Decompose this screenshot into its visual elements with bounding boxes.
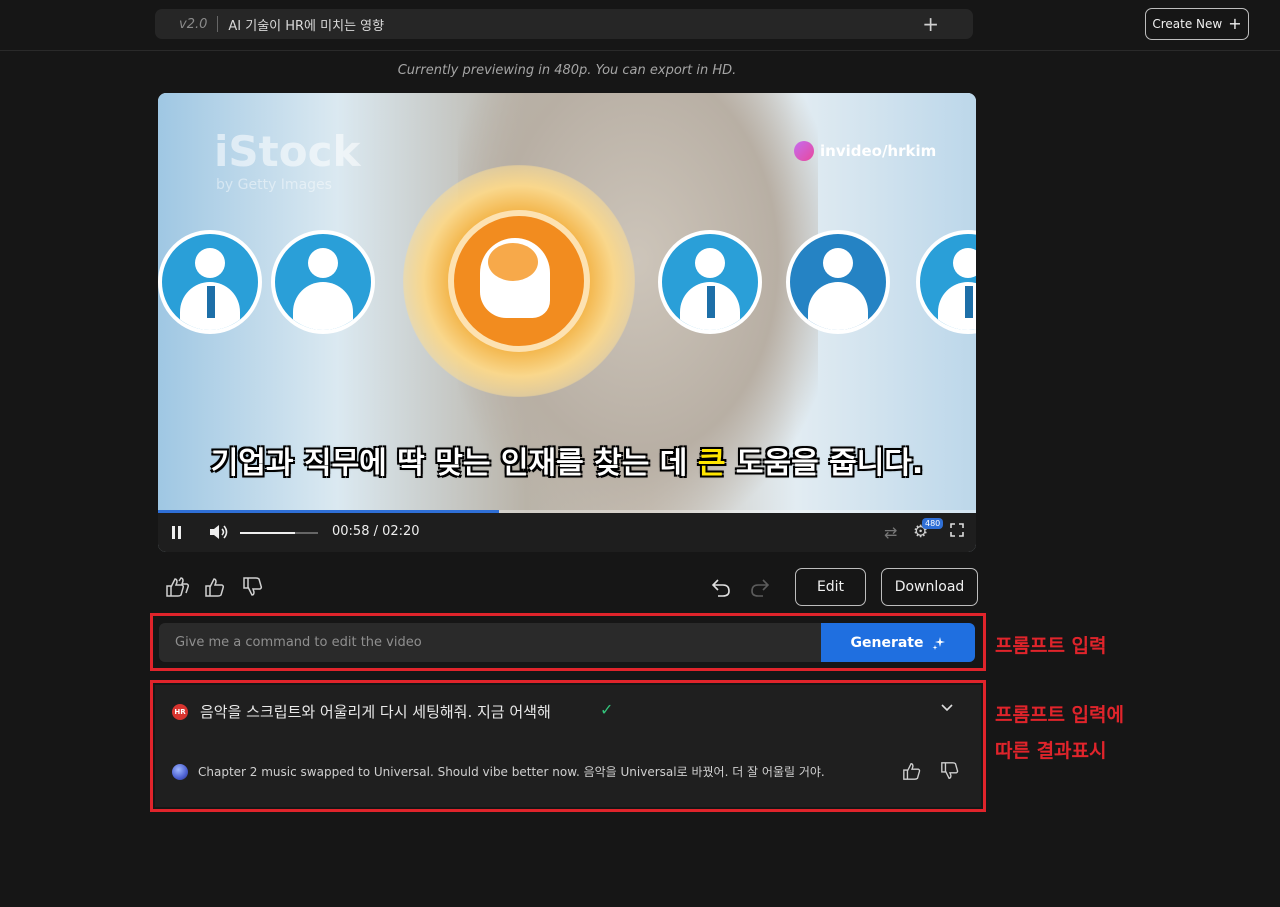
- video-subtitle: 기업과 직무에 딱 맞는 인재를 찾는 데 큰 도움을 줍니다.: [158, 438, 976, 482]
- volume-slider[interactable]: [240, 532, 318, 534]
- fullscreen-icon[interactable]: [950, 523, 964, 537]
- divider: [217, 16, 219, 32]
- thumbs-down-icon[interactable]: [242, 576, 264, 598]
- plus-icon: +: [1228, 14, 1242, 33]
- top-bar: v2.0 AI 기술이 HR에 미치는 영향 + Create New +: [0, 0, 1280, 51]
- result-annotation-line1: 프롬프트 입력에: [995, 704, 1124, 726]
- user-message: 음악을 스크립트와 어울리게 다시 세팅해줘. 지금 어색해: [200, 703, 551, 721]
- person-icon: [271, 230, 375, 334]
- preview-note: Currently previewing in 480p. You can ex…: [397, 63, 737, 78]
- person-icon: [786, 230, 890, 334]
- brand-logo-icon: [794, 141, 814, 161]
- user-avatar: HR: [172, 704, 188, 720]
- double-thumbs-up-icon[interactable]: [164, 576, 190, 598]
- watermark-sub: by Getty Images: [216, 177, 332, 193]
- prompt-annotation: 프롬프트 입력: [995, 635, 1107, 657]
- prompt-bar: Generate: [159, 623, 975, 662]
- download-button[interactable]: Download: [881, 568, 978, 606]
- sparkle-icon: [932, 636, 945, 650]
- check-icon: ✓: [600, 700, 614, 719]
- action-row: Edit Download: [158, 568, 978, 606]
- generate-label: Generate: [850, 634, 924, 651]
- thumbs-down-icon[interactable]: [940, 761, 960, 781]
- project-title-bar[interactable]: v2.0 AI 기술이 HR에 미치는 영향 +: [155, 9, 973, 39]
- volume-fill: [240, 532, 295, 534]
- result-highlight-frame: [150, 680, 986, 812]
- result-annotation: 프롬프트 입력에 따른 결과표시: [995, 697, 1124, 769]
- video-player[interactable]: iStock by Getty Images invideo/hrkim 기업과…: [158, 93, 976, 552]
- undo-icon[interactable]: [710, 576, 732, 598]
- brand-tag: invideo/hrkim: [794, 141, 936, 161]
- create-new-button[interactable]: Create New +: [1145, 8, 1249, 40]
- generate-button[interactable]: Generate: [821, 623, 975, 662]
- redo-icon[interactable]: [749, 576, 771, 598]
- person-icon: [158, 230, 262, 334]
- add-icon[interactable]: +: [922, 13, 939, 35]
- subtitle-text-end: 도움을 줍니다.: [725, 446, 924, 481]
- thumbs-up-icon[interactable]: [902, 761, 922, 781]
- command-input[interactable]: [159, 623, 821, 662]
- quality-badge: 480: [922, 518, 944, 529]
- volume-icon[interactable]: [208, 522, 230, 542]
- loop-icon[interactable]: ⇄: [884, 523, 897, 542]
- pause-icon[interactable]: [172, 526, 182, 539]
- result-annotation-line2: 따른 결과표시: [995, 740, 1107, 762]
- watermark: iStock: [214, 127, 361, 176]
- subtitle-text: 기업과 직무에 딱 맞는 인재를 찾는 데: [210, 446, 698, 481]
- subtitle-highlight: 큰: [697, 446, 726, 481]
- create-new-label: Create New: [1152, 17, 1223, 31]
- assistant-avatar: [172, 764, 188, 780]
- video-controls: 00:58 / 02:20 ⇄ ⚙ 480: [158, 513, 976, 552]
- person-icon: [658, 230, 762, 334]
- chevron-down-icon[interactable]: [940, 703, 954, 713]
- brain-icon: [488, 243, 538, 281]
- version-label: v2.0: [179, 16, 208, 32]
- thumbs-up-icon[interactable]: [204, 576, 226, 598]
- brand-name: invideo/hrkim: [820, 142, 937, 160]
- edit-button[interactable]: Edit: [795, 568, 866, 606]
- time-display: 00:58 / 02:20: [332, 524, 420, 539]
- project-title[interactable]: AI 기술이 HR에 미치는 영향: [228, 15, 384, 34]
- assistant-message: Chapter 2 music swapped to Universal. Sh…: [198, 765, 825, 779]
